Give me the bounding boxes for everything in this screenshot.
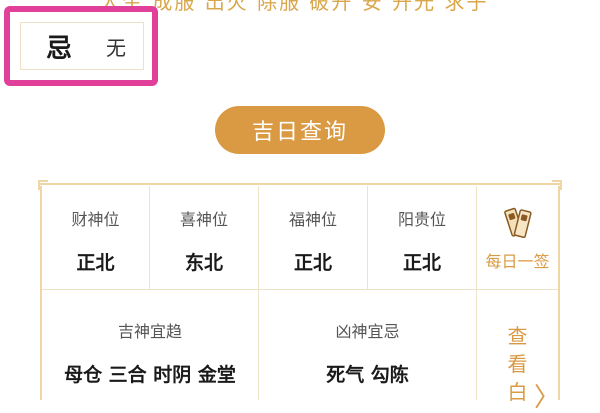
lottery-sign-icon — [503, 207, 532, 239]
fortune-god-value: 正北 — [293, 252, 332, 274]
ji-value: 无 — [106, 36, 126, 60]
lucky-gods-cell: 吉神宜趋 母仓 三合 时阴 金堂 — [42, 290, 259, 400]
wealth-god-label: 财神位 — [71, 210, 120, 229]
wealth-god-cell: 财神位 正北 — [42, 186, 150, 290]
frame-top-border — [40, 183, 560, 185]
fortune-god-cell: 福神位 正北 — [259, 186, 368, 290]
noble-god-cell: 阳贵位 正北 — [368, 186, 477, 290]
chevron-right-icon: 〉 — [533, 383, 560, 413]
info-grid: 财神位 正北 喜神位 东北 福神位 正北 阳贵位 正北 每日一签 吉神宜趋 母仓… — [40, 186, 561, 412]
fortune-god-label: 福神位 — [288, 210, 337, 229]
lucky-gods-label: 吉神宜趋 — [117, 322, 182, 341]
joy-god-label: 喜神位 — [179, 210, 228, 229]
ji-label: 忌 — [46, 34, 73, 64]
view-more-char-1: 查 — [507, 324, 528, 348]
daily-sign-label: 每日一签 — [485, 252, 550, 271]
noble-god-value: 正北 — [402, 252, 441, 274]
daily-sign-button[interactable]: 每日一签 — [477, 186, 558, 290]
view-more-char-2: 看 — [507, 352, 528, 376]
noble-god-label: 阳贵位 — [397, 210, 446, 229]
view-more-char-3: 白 — [507, 380, 528, 404]
ji-box: 忌 无 — [4, 6, 158, 86]
joy-god-cell: 喜神位 东北 — [150, 186, 259, 290]
evil-gods-value: 死气 勾陈 — [326, 364, 409, 386]
joy-god-value: 东北 — [184, 252, 223, 274]
evil-gods-label: 凶神宜忌 — [335, 322, 400, 341]
evil-gods-cell: 凶神宜忌 死气 勾陈 — [259, 290, 477, 400]
yi-activities-strip: 人生 成服 出火 除服 破开 安 开光 求子 — [100, 0, 489, 14]
view-more-label: 查 看 白 — [508, 322, 528, 406]
wealth-god-value: 正北 — [76, 252, 115, 274]
lucky-gods-value: 母仓 三合 时阴 金堂 — [64, 364, 236, 386]
lucky-day-query-button[interactable]: 吉日查询 — [215, 106, 385, 154]
view-more-button[interactable]: 查 看 白 〉 — [477, 290, 561, 412]
